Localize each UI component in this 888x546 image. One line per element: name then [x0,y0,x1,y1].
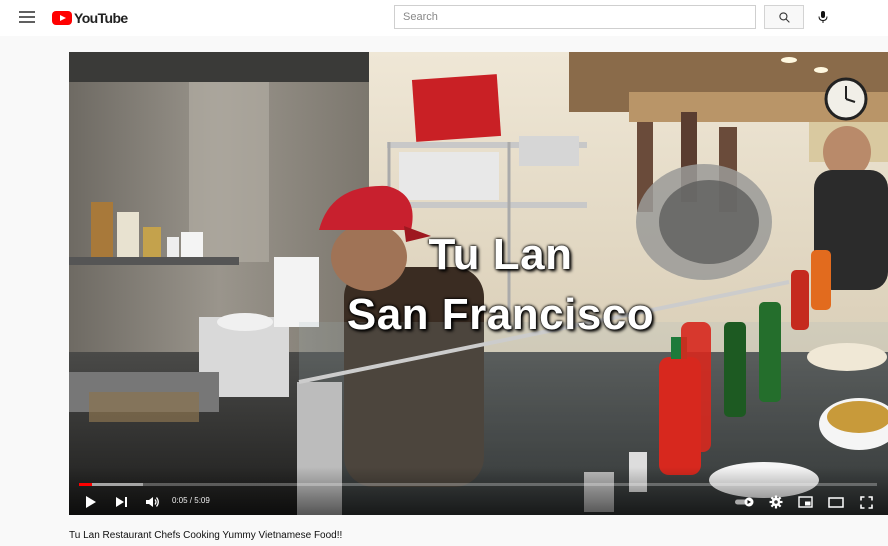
progress-played [79,483,92,486]
youtube-logo[interactable]: YouTube [52,10,128,26]
overlay-title-line1: Tu Lan [428,230,573,279]
theater-mode-icon [828,496,844,508]
next-button[interactable] [113,492,129,512]
logo-text: YouTube [74,10,128,26]
miniplayer-button[interactable] [796,492,814,512]
autoplay-toggle-icon [735,497,754,507]
volume-icon [145,497,159,507]
search-icon [778,11,790,23]
autoplay-toggle[interactable] [733,492,757,512]
menu-icon[interactable] [19,11,35,25]
search-button[interactable] [764,5,804,29]
fullscreen-icon [859,495,873,509]
video-player[interactable]: Tu Lan San Francisco 0:05 / 5:09 [69,52,888,515]
progress-bar[interactable] [79,483,877,486]
top-bar: YouTube [0,0,888,36]
settings-icon [769,495,783,509]
voice-search-button[interactable] [812,5,834,29]
theater-mode-button[interactable] [827,492,845,512]
overlay-title-line2: San Francisco [346,290,655,339]
controls-gradient [69,467,888,515]
time-current: 0:05 [172,496,188,505]
time-total: 5:09 [194,496,210,505]
next-icon [115,497,127,507]
fullscreen-button[interactable] [857,492,875,512]
volume-button[interactable] [143,492,161,512]
video-title: Tu Lan Restaurant Chefs Cooking Yummy Vi… [69,530,343,541]
youtube-play-logo-icon [52,11,72,25]
search-input[interactable] [394,5,756,29]
settings-button[interactable] [767,492,785,512]
miniplayer-icon [797,496,813,508]
play-button[interactable] [83,492,99,512]
video-frame [69,52,888,515]
time-display: 0:05 / 5:09 [172,496,210,505]
microphone-icon [818,11,828,23]
play-icon [86,496,96,508]
